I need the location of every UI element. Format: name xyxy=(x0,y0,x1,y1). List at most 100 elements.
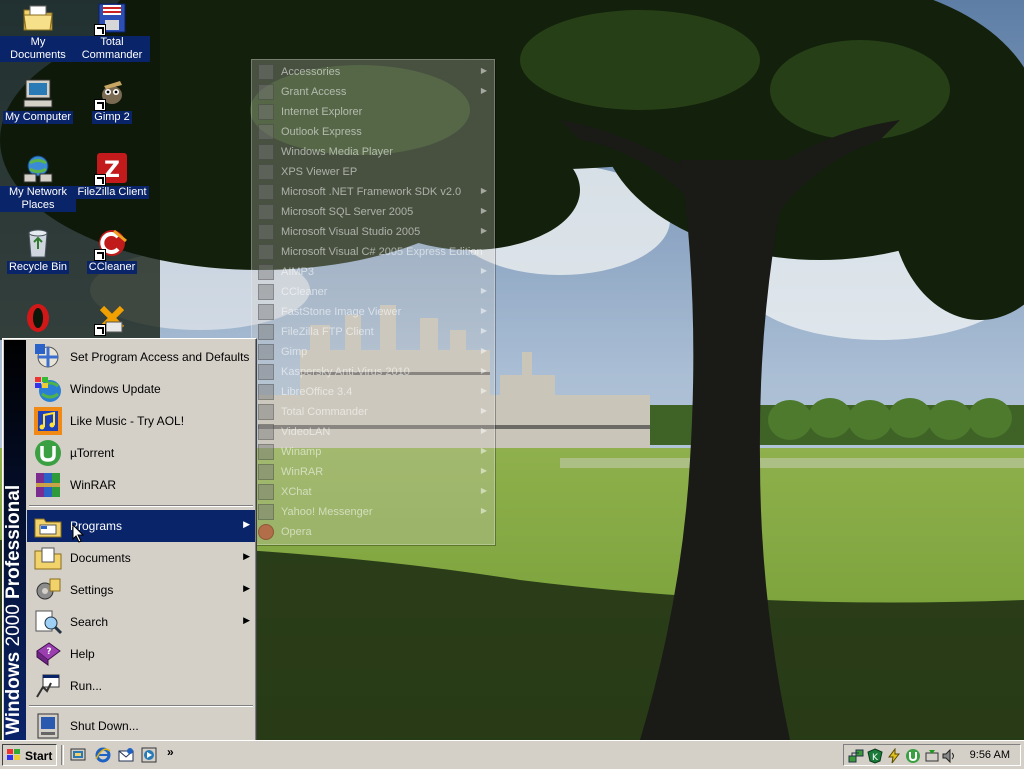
program-group-icon xyxy=(258,64,274,80)
start-item-help[interactable]: ? Help xyxy=(27,638,255,670)
desktop-icon-gimp[interactable]: Gimp 2 xyxy=(74,77,150,124)
desktop-icon-network-places[interactable]: My Network Places xyxy=(0,152,76,212)
programs-item-label: Microsoft SQL Server 2005 xyxy=(281,206,414,218)
desktop-icon-filezilla[interactable]: Z FileZilla Client xyxy=(74,152,150,199)
programs-item-filezilla[interactable]: FileZilla FTP Client ▶ xyxy=(252,322,494,342)
programs-item-winrar[interactable]: WinRAR ▶ xyxy=(252,462,494,482)
programs-item-outlook-express[interactable]: Outlook Express xyxy=(252,122,494,142)
programs-item-xps-viewer[interactable]: XPS Viewer EP xyxy=(252,162,494,182)
start-item-settings[interactable]: Settings ▶ xyxy=(27,574,255,606)
programs-item-visual-studio[interactable]: Microsoft Visual Studio 2005 ▶ xyxy=(252,222,494,242)
utorrent-tray-icon[interactable] xyxy=(905,748,921,764)
programs-item-grant-access[interactable]: Grant Access ▶ xyxy=(252,82,494,102)
programs-item-label: Outlook Express xyxy=(281,126,362,138)
start-item-run[interactable]: Run... xyxy=(27,670,255,702)
programs-item-kaspersky[interactable]: Kaspersky Anti-Virus 2010 ▶ xyxy=(252,362,494,382)
desktop-icon-label: My Computer xyxy=(2,111,74,124)
start-item-search[interactable]: Search ▶ xyxy=(27,606,255,638)
program-group-icon xyxy=(258,224,274,240)
start-item-utorrent[interactable]: µTorrent xyxy=(27,437,255,469)
program-group-icon xyxy=(258,264,274,280)
desktop-icon-total-commander[interactable]: Total Commander xyxy=(74,2,150,62)
programs-item-sql-server[interactable]: Microsoft SQL Server 2005 ▶ xyxy=(252,202,494,222)
start-item-program-access[interactable]: Set Program Access and Defaults xyxy=(27,341,255,373)
media-player-icon[interactable] xyxy=(141,747,157,763)
programs-item-gimp[interactable]: Gimp ▶ xyxy=(252,342,494,362)
filezilla-icon: Z xyxy=(94,152,128,186)
desktop-icon-ccleaner[interactable]: CCleaner xyxy=(74,227,150,274)
settings-icon xyxy=(33,575,63,605)
quick-launch-more-button[interactable]: » xyxy=(167,745,174,759)
program-group-icon xyxy=(258,344,274,360)
submenu-arrow-icon: ▶ xyxy=(480,386,487,395)
programs-item-aimp3[interactable]: AIMP3 ▶ xyxy=(252,262,494,282)
outlook-icon xyxy=(258,124,274,140)
winrar-icon xyxy=(33,470,63,500)
programs-item-label: Microsoft .NET Framework SDK v2.0 xyxy=(281,186,462,198)
program-group-icon xyxy=(258,364,274,380)
submenu-arrow-icon: ▶ xyxy=(480,326,487,335)
power-tray-icon[interactable] xyxy=(886,748,902,764)
start-item-label: Run... xyxy=(70,679,103,693)
outlook-icon[interactable] xyxy=(118,747,134,763)
show-desktop-icon[interactable] xyxy=(70,747,86,763)
submenu-arrow-icon: ▶ xyxy=(243,615,250,625)
network-tray-icon[interactable] xyxy=(848,748,864,764)
desktop-icon-recycle-bin[interactable]: Recycle Bin xyxy=(0,227,76,274)
start-item-programs[interactable]: Programs ▶ xyxy=(27,510,255,542)
volume-tray-icon[interactable] xyxy=(941,748,957,764)
programs-item-opera[interactable]: Opera xyxy=(252,522,494,542)
submenu-arrow-icon: ▶ xyxy=(480,466,487,475)
submenu-arrow-icon: ▶ xyxy=(243,551,250,561)
programs-item-label: Yahoo! Messenger xyxy=(281,506,373,518)
submenu-arrow-icon: ▶ xyxy=(243,519,250,529)
kaspersky-tray-icon[interactable]: K xyxy=(867,748,883,764)
aol-music-icon xyxy=(33,406,63,436)
programs-item-internet-explorer[interactable]: Internet Explorer xyxy=(252,102,494,122)
start-item-documents[interactable]: Documents ▶ xyxy=(27,542,255,574)
desktop-icon-my-documents[interactable]: My Documents xyxy=(0,2,76,62)
internet-explorer-icon[interactable] xyxy=(95,747,111,763)
programs-item-dotnet-sdk[interactable]: Microsoft .NET Framework SDK v2.0 ▶ xyxy=(252,182,494,202)
start-item-label: Documents xyxy=(70,551,131,565)
taskbar-clock[interactable]: 9:56 AM xyxy=(970,749,1010,761)
programs-item-total-commander[interactable]: Total Commander ▶ xyxy=(252,402,494,422)
internet-explorer-icon xyxy=(258,104,274,120)
programs-item-media-player[interactable]: Windows Media Player xyxy=(252,142,494,162)
start-item-aol-music[interactable]: Like Music - Try AOL! xyxy=(27,405,255,437)
submenu-arrow-icon: ▶ xyxy=(480,506,487,515)
windows-flag-icon xyxy=(7,749,20,760)
programs-item-label: WinRAR xyxy=(281,466,324,478)
programs-item-xchat[interactable]: XChat ▶ xyxy=(252,482,494,502)
programs-item-ccleaner[interactable]: CCleaner ▶ xyxy=(252,282,494,302)
programs-item-visual-csharp[interactable]: Microsoft Visual C# 2005 Express Edition xyxy=(252,242,494,262)
run-icon xyxy=(33,671,63,701)
start-item-winrar[interactable]: WinRAR xyxy=(27,469,255,501)
media-player-icon xyxy=(258,144,274,160)
start-item-label: Help xyxy=(70,647,95,661)
start-button[interactable]: Start xyxy=(2,744,57,766)
opera-icon xyxy=(258,524,274,540)
svg-text:Z: Z xyxy=(104,158,120,183)
desktop-icon-label: My Documents xyxy=(0,36,76,62)
program-group-icon xyxy=(258,304,274,320)
desktop-icon-my-computer[interactable]: My Computer xyxy=(0,77,76,124)
start-item-shutdown[interactable]: Shut Down... xyxy=(27,710,255,742)
programs-item-label: Windows Media Player xyxy=(281,146,393,158)
programs-item-winamp[interactable]: Winamp ▶ xyxy=(252,442,494,462)
programs-item-faststone[interactable]: FastStone Image Viewer ▶ xyxy=(252,302,494,322)
program-group-icon xyxy=(258,384,274,400)
submenu-arrow-icon: ▶ xyxy=(480,346,487,355)
programs-item-accessories[interactable]: Accessories ▶ xyxy=(252,62,494,82)
programs-item-yahoo-messenger[interactable]: Yahoo! Messenger ▶ xyxy=(252,502,494,522)
safely-remove-tray-icon[interactable] xyxy=(924,748,940,764)
programs-item-label: FastStone Image Viewer xyxy=(281,306,402,318)
programs-item-label: Gimp xyxy=(281,346,308,358)
documents-icon xyxy=(33,543,63,573)
programs-item-libreoffice[interactable]: LibreOffice 3.4 ▶ xyxy=(252,382,494,402)
shortcut-arrow-icon xyxy=(94,24,106,36)
submenu-arrow-icon: ▶ xyxy=(480,306,487,315)
programs-item-videolan[interactable]: VideoLAN ▶ xyxy=(252,422,494,442)
start-item-windows-update[interactable]: Windows Update xyxy=(27,373,255,405)
program-group-icon xyxy=(258,504,274,520)
